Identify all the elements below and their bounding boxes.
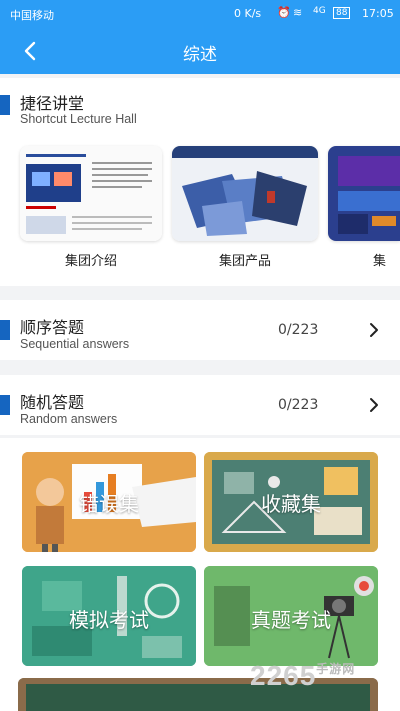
favorites-tile[interactable]: 收藏集 [204,452,378,552]
section-title: 随机答题 [20,393,85,412]
watermark-sub: 手游网 [316,662,356,676]
mock-exam-tile[interactable]: 模拟考试 [22,566,196,666]
thumbnail-label: 集团介绍 [64,254,117,269]
tile-label: 模拟考试 [69,608,149,632]
thumbnail-label: 集团产品 [218,254,271,269]
wrong-answers-tile[interactable]: 错误集 [22,452,196,552]
thumbnail-group-products[interactable] [172,146,318,241]
real-exam-tile[interactable]: 真题考试 [204,566,378,666]
book-image [328,146,400,241]
lecture-hall-section: 捷径讲堂 Shortcut Lecture Hall 集团介绍 集团产品 集 [0,78,400,286]
chevron-right-icon [370,323,378,337]
thumbnail-group-intro[interactable] [20,146,162,241]
brochure-image [20,146,162,241]
network-speed: 0 K/s [234,7,262,20]
thumbnail-third[interactable] [328,146,400,241]
app-header: 综述 [0,28,400,74]
carrier-label: 中国移动 [10,9,54,22]
section-title: 捷径讲堂 [20,94,85,113]
wifi-icon: ≋ [293,6,303,19]
progress-count: 0/223 [278,322,319,338]
tile-label: 错误集 [79,492,139,516]
progress-count: 0/223 [278,397,319,413]
section-subtitle: Shortcut Lecture Hall [20,112,137,126]
alarm-icon: ⏰ [277,6,291,19]
status-bar: 中国移动 0 K/s ⏰ ≋ 4G 88 17:05 [0,0,400,28]
section-accent [0,395,10,415]
battery-icon: 88 [333,7,351,19]
page-title: 综述 [183,45,217,65]
thumbnail-label: 集 [373,254,387,269]
section-title: 顺序答题 [20,318,85,337]
signal-label: 4G [313,6,326,16]
section-accent [0,95,10,115]
random-answers-row[interactable]: 随机答题 Random answers 0/223 [0,375,400,435]
tile-label: 收藏集 [261,492,321,516]
tile-label: 真题考试 [251,608,331,632]
section-subtitle: Sequential answers [20,337,130,351]
clock: 17:05 [362,7,394,20]
watermark-brand: 2265 [250,660,317,691]
section-accent [0,320,10,340]
sequential-answers-row[interactable]: 顺序答题 Sequential answers 0/223 [0,300,400,360]
chevron-right-icon [370,398,378,412]
product-image [172,146,318,241]
section-subtitle: Random answers [20,412,118,426]
watermark-logo: 2265手游网 [250,660,355,692]
